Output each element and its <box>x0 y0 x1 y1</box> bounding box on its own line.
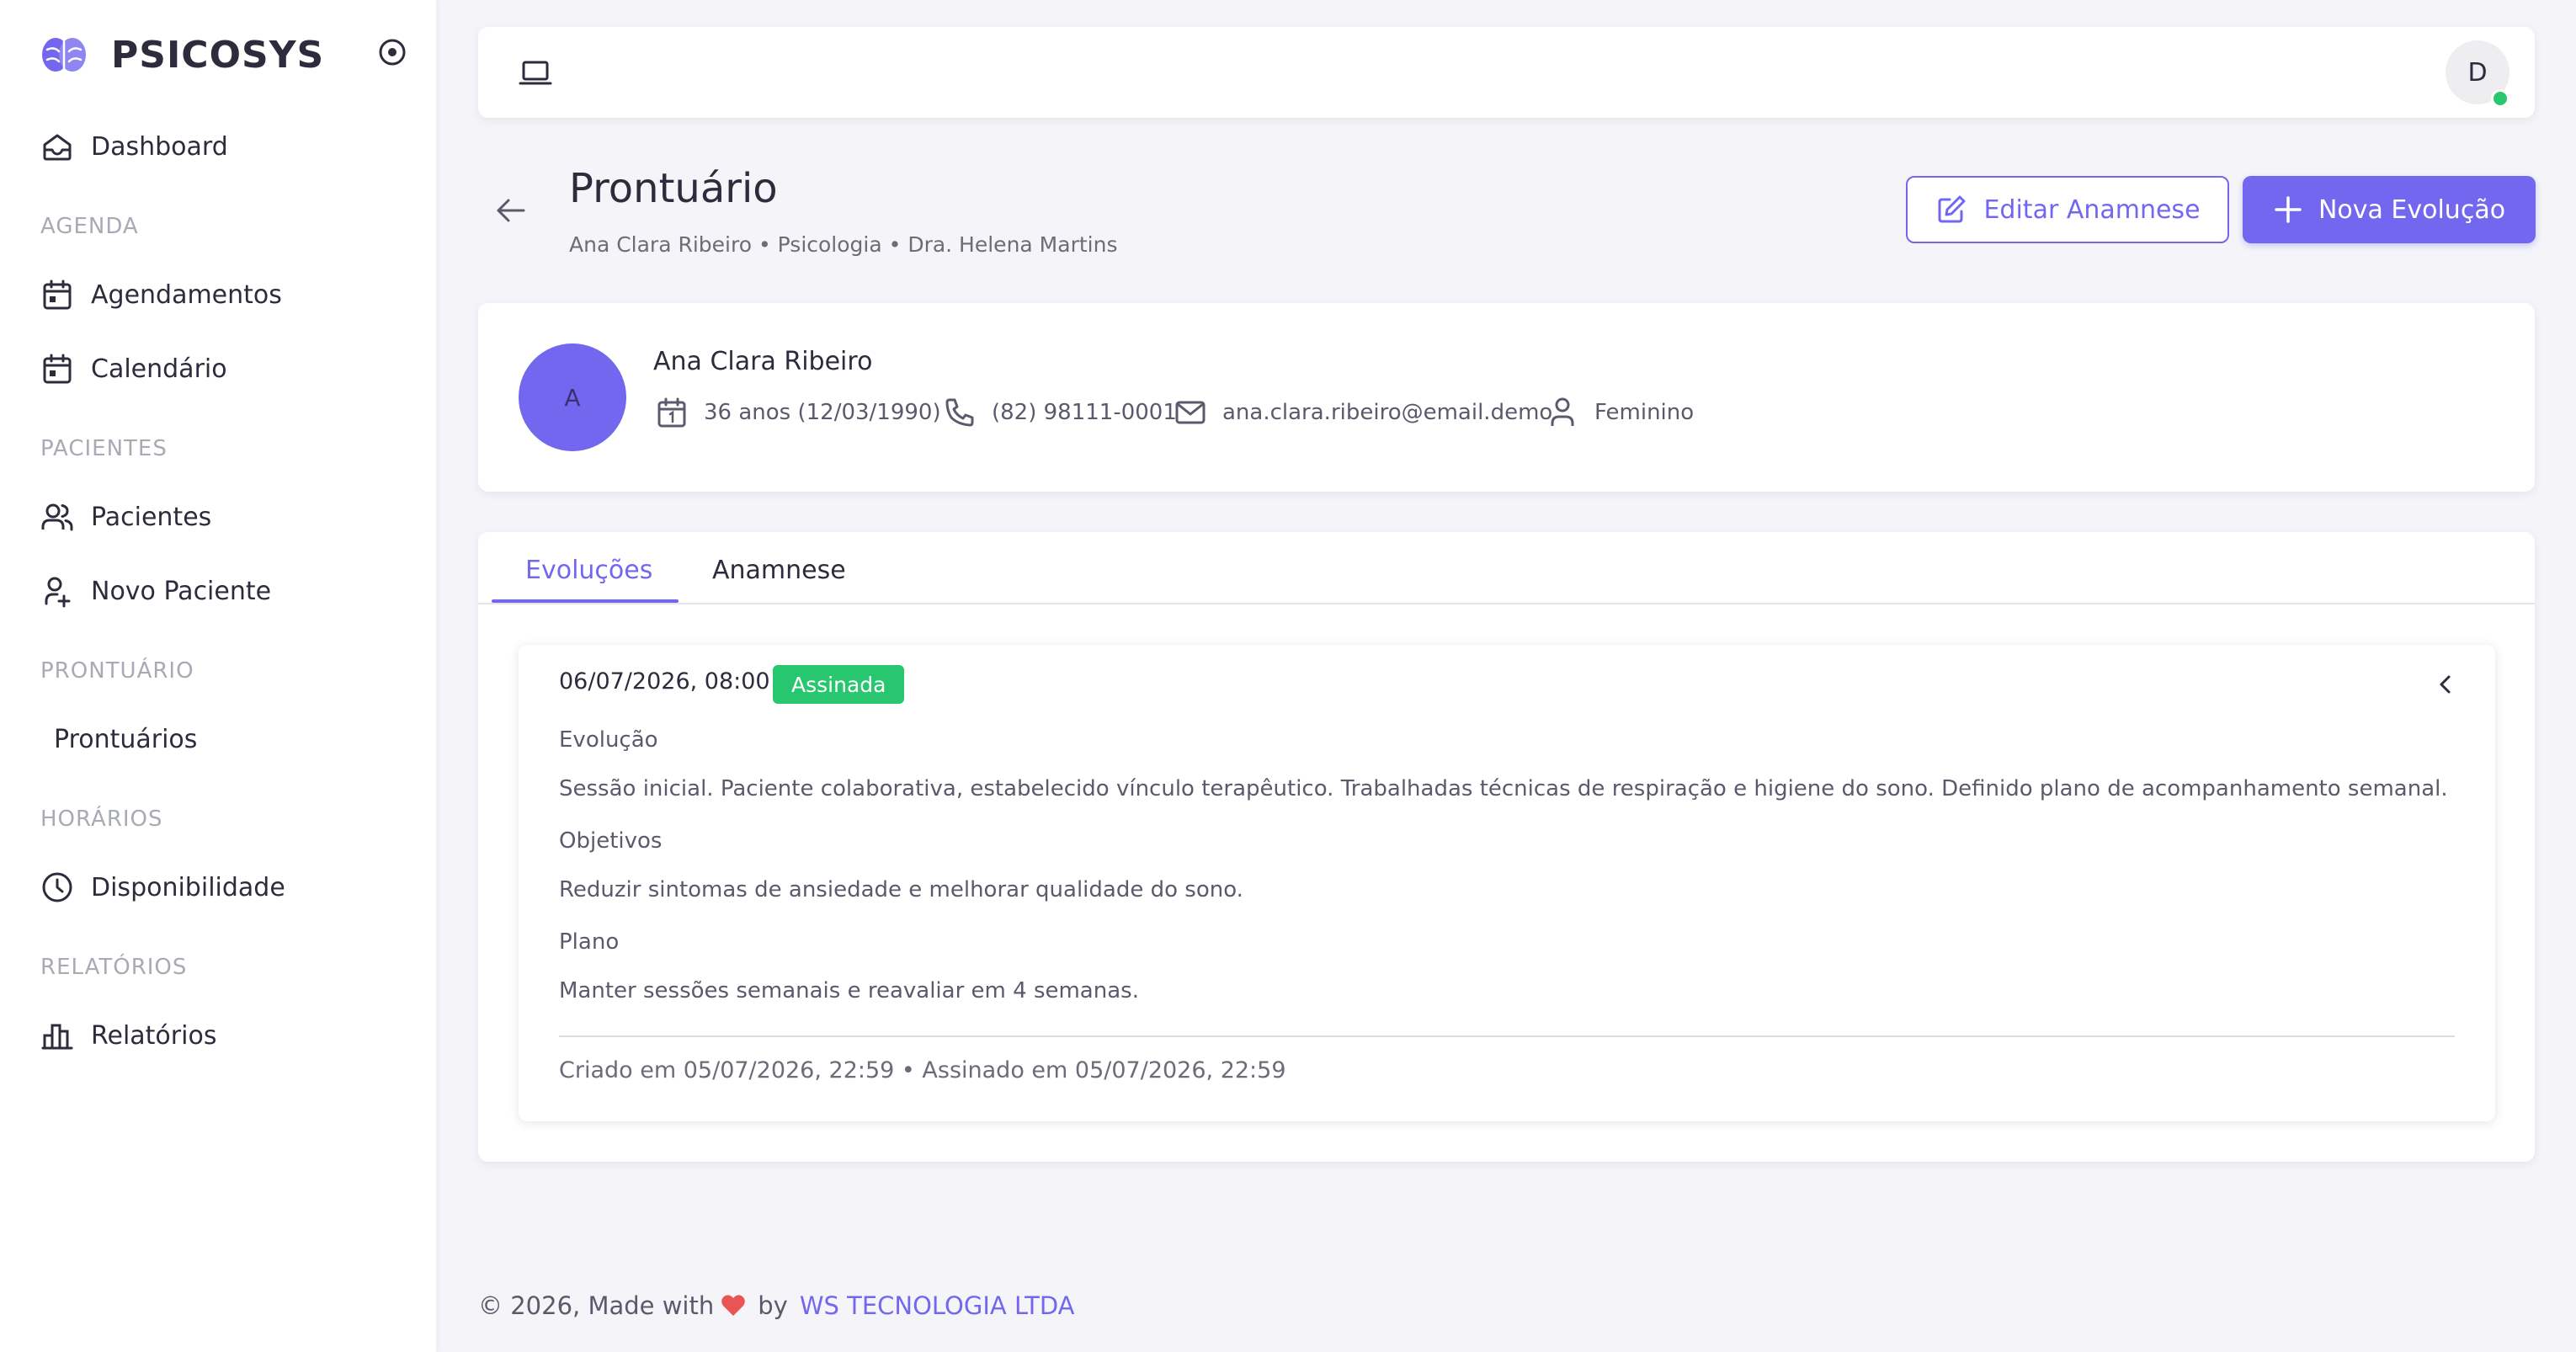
heart-icon <box>721 1295 746 1316</box>
sidebar-item-calendario[interactable]: Calendário <box>40 342 227 396</box>
top-navbar: D <box>478 27 2535 118</box>
tab-evolucoes[interactable]: Evoluções <box>525 556 652 585</box>
back-arrow-icon[interactable] <box>492 194 529 227</box>
records-tabs-card: Evoluções Anamnese 06/07/2026, 08:00 Ass… <box>478 532 2535 1162</box>
calendar-icon <box>657 397 686 428</box>
sidebar-item-label: Calendário <box>91 354 227 384</box>
patient-info-card: A Ana Clara Ribeiro 36 anos (12/03/1990)… <box>478 303 2535 492</box>
sidebar-item-label: Agendamentos <box>91 279 282 310</box>
calendar-icon <box>43 354 72 384</box>
new-evolution-label: Nova Evolução <box>2318 194 2506 225</box>
online-status-dot <box>2491 89 2509 108</box>
bar-chart-icon <box>41 1024 73 1050</box>
patient-email-text: ana.clara.ribeiro@email.demo <box>1222 400 1553 425</box>
new-evolution-button[interactable]: Nova Evolução <box>2243 176 2536 243</box>
section-header-horarios: HORÁRIOS <box>40 806 163 832</box>
section-header-prontuario: PRONTUÁRIO <box>40 658 194 684</box>
user-plus-icon <box>45 577 71 608</box>
edit-icon <box>1938 195 1966 223</box>
collapse-sidebar-icon[interactable] <box>377 37 407 67</box>
sidebar-item-pacientes[interactable]: Pacientes <box>40 490 211 544</box>
sidebar-item-label: Relatórios <box>91 1020 217 1051</box>
sidebar-item-novo-paciente[interactable]: Novo Paciente <box>40 564 271 618</box>
sidebar-item-label: Disponibilidade <box>91 872 285 902</box>
footer-by: by <box>758 1291 788 1320</box>
mail-icon <box>1175 401 1206 424</box>
page-subtitle: Ana Clara Ribeiro • Psicologia • Dra. He… <box>569 232 1118 257</box>
laptop-icon[interactable] <box>519 59 552 88</box>
evolution-datetime: 06/07/2026, 08:00 <box>559 668 770 695</box>
sidebar-item-relatorios[interactable]: Relatórios <box>40 1009 216 1062</box>
brand-name: PSICOSYS <box>111 33 325 77</box>
section-header-pacientes: PACIENTES <box>40 436 168 461</box>
patient-gender-text: Feminino <box>1594 400 1695 425</box>
sidebar-item-prontuarios[interactable]: Prontuários <box>54 712 197 766</box>
objectives-text: Reduzir sintomas de ansiedade e melhorar… <box>559 877 1243 902</box>
edit-anamnese-label: Editar Anamnese <box>1983 194 2201 225</box>
clock-icon <box>42 872 72 902</box>
sidebar: PSICOSYS Dashboard AGENDA Agendamentos C… <box>0 0 436 1352</box>
patient-gender: Feminino <box>1546 396 1694 429</box>
chevron-left-icon[interactable] <box>2433 672 2458 697</box>
status-badge: Assinada <box>773 665 905 704</box>
evolution-entry-card[interactable]: 06/07/2026, 08:00 Assinada Evolução Sess… <box>519 645 2495 1121</box>
tab-anamnese[interactable]: Anamnese <box>712 556 846 585</box>
plan-text: Manter sessões semanais e reavaliar em 4… <box>559 978 1139 1003</box>
sidebar-item-agendamentos[interactable]: Agendamentos <box>40 268 282 322</box>
sidebar-item-dashboard[interactable]: Dashboard <box>40 120 228 173</box>
calendar-icon <box>43 279 72 310</box>
sidebar-item-label: Prontuários <box>54 724 198 754</box>
edit-anamnese-button[interactable]: Editar Anamnese <box>1906 176 2229 243</box>
users-icon <box>41 503 73 531</box>
sidebar-item-label: Pacientes <box>91 502 212 532</box>
section-header-relatorios: RELATÓRIOS <box>40 955 188 980</box>
patient-email: ana.clara.ribeiro@email.demo <box>1174 396 1552 429</box>
company-link[interactable]: WS TECNOLOGIA LTDA <box>800 1291 1075 1320</box>
patient-age-text: 36 anos (12/03/1990) <box>704 400 941 425</box>
evolution-audit-footer: Criado em 05/07/2026, 22:59 • Assinado e… <box>559 1057 1286 1083</box>
page-title: Prontuário <box>569 165 778 212</box>
sidebar-item-disponibilidade[interactable]: Disponibilidade <box>40 860 285 914</box>
patient-name: Ana Clara Ribeiro <box>653 347 873 376</box>
sidebar-item-label: Dashboard <box>91 131 228 162</box>
plus-icon <box>2275 196 2302 223</box>
plan-label: Plano <box>559 929 620 955</box>
sidebar-item-label: Novo Paciente <box>91 576 272 606</box>
patient-phone: (82) 98111-0001 <box>943 396 1177 429</box>
section-header-agenda: AGENDA <box>40 214 139 239</box>
page-footer: © 2026, Made with by WS TECNOLOGIA LTDA <box>478 1291 1075 1320</box>
phone-icon <box>945 398 974 427</box>
patient-avatar: A <box>519 343 626 451</box>
evolution-label: Evolução <box>559 727 658 753</box>
brand[interactable]: PSICOSYS <box>40 32 324 77</box>
brain-logo-icon <box>42 38 86 72</box>
evolution-text: Sessão inicial. Paciente colaborativa, e… <box>559 776 2448 801</box>
dashboard-icon <box>43 134 72 161</box>
tabs-divider <box>478 603 2535 604</box>
active-tab-indicator <box>492 599 679 603</box>
objectives-label: Objetivos <box>559 828 663 854</box>
patient-phone-text: (82) 98111-0001 <box>992 400 1177 425</box>
footer-copyright: © 2026, Made with <box>478 1291 715 1320</box>
patient-age: 36 anos (12/03/1990) <box>655 396 941 429</box>
user-icon <box>1551 397 1574 426</box>
evolution-divider <box>559 1035 2455 1037</box>
